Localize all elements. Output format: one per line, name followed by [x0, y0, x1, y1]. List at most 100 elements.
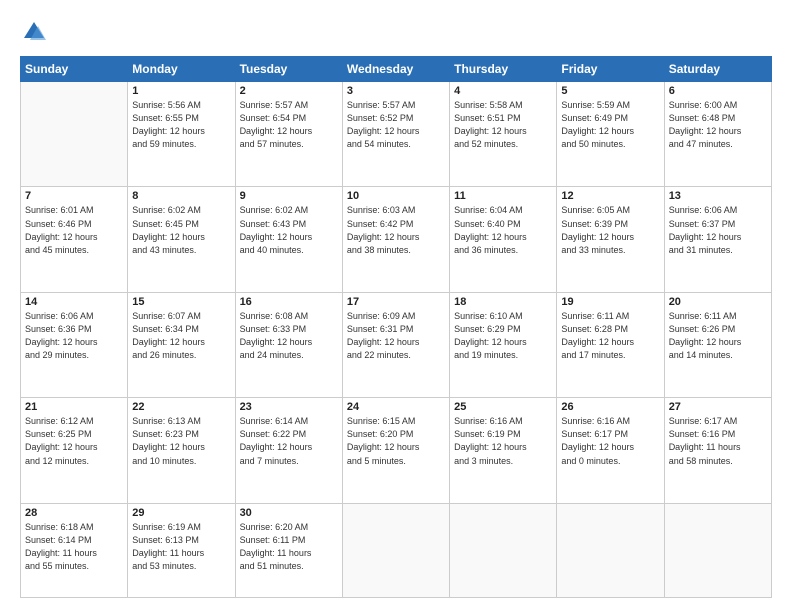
logo-icon — [20, 18, 48, 46]
calendar-day-cell: 14 Sunrise: 6:06 AMSunset: 6:36 PMDayligh… — [21, 292, 128, 397]
calendar-day-cell: 28 Sunrise: 6:18 AMSunset: 6:14 PMDayligh… — [21, 503, 128, 597]
day-number: 2 — [240, 85, 338, 97]
calendar-day-cell: 7 Sunrise: 6:01 AMSunset: 6:46 PMDaylight… — [21, 187, 128, 292]
calendar-day-cell: 27Sunrise: 6:17 AMSunset: 6:16 PMDayligh… — [664, 398, 771, 503]
col-header-sunday: Sunday — [21, 57, 128, 82]
day-info: Sunrise: 6:15 AMSunset: 6:20 PMDaylight:… — [347, 415, 445, 467]
day-number: 15 — [132, 296, 230, 308]
day-info: Sunrise: 6:11 AMSunset: 6:26 PMDaylight:… — [669, 310, 767, 362]
calendar-day-cell: 20 Sunrise: 6:11 AMSunset: 6:26 PMDayligh… — [664, 292, 771, 397]
calendar-day-cell: 2 Sunrise: 5:57 AMSunset: 6:54 PMDaylight… — [235, 82, 342, 187]
day-info: Sunrise: 6:08 AMSunset: 6:33 PMDaylight:… — [240, 310, 338, 362]
day-info: Sunrise: 6:13 AMSunset: 6:23 PMDaylight:… — [132, 415, 230, 467]
calendar-day-cell: 6 Sunrise: 6:00 AMSunset: 6:48 PMDaylight… — [664, 82, 771, 187]
day-number: 17 — [347, 296, 445, 308]
calendar-day-cell: 4Sunrise: 5:58 AMSunset: 6:51 PMDaylight… — [450, 82, 557, 187]
calendar-day-cell: 26 Sunrise: 6:16 AMSunset: 6:17 PMDayligh… — [557, 398, 664, 503]
day-number: 24 — [347, 401, 445, 413]
day-info: Sunrise: 6:10 AMSunset: 6:29 PMDaylight:… — [454, 310, 552, 362]
day-info: Sunrise: 6:05 AMSunset: 6:39 PMDaylight:… — [561, 204, 659, 256]
day-info: Sunrise: 6:03 AMSunset: 6:42 PMDaylight:… — [347, 204, 445, 256]
day-info: Sunrise: 6:20 AMSunset: 6:11 PMDaylight:… — [240, 521, 338, 573]
day-info: Sunrise: 5:57 AMSunset: 6:52 PMDaylight:… — [347, 99, 445, 151]
calendar-day-cell — [664, 503, 771, 597]
col-header-tuesday: Tuesday — [235, 57, 342, 82]
calendar-week-row: 14 Sunrise: 6:06 AMSunset: 6:36 PMDayligh… — [21, 292, 772, 397]
day-number: 28 — [25, 507, 123, 519]
calendar-day-cell: 29 Sunrise: 6:19 AMSunset: 6:13 PMDayligh… — [128, 503, 235, 597]
calendar-day-cell — [342, 503, 449, 597]
calendar-table: SundayMondayTuesdayWednesdayThursdayFrid… — [20, 56, 772, 598]
day-number: 10 — [347, 190, 445, 202]
page: SundayMondayTuesdayWednesdayThursdayFrid… — [0, 0, 792, 612]
calendar-day-cell: 9 Sunrise: 6:02 AMSunset: 6:43 PMDaylight… — [235, 187, 342, 292]
day-info: Sunrise: 6:02 AMSunset: 6:43 PMDaylight:… — [240, 204, 338, 256]
day-number: 21 — [25, 401, 123, 413]
calendar-day-cell: 3 Sunrise: 5:57 AMSunset: 6:52 PMDaylight… — [342, 82, 449, 187]
day-number: 4 — [454, 85, 552, 97]
day-info: Sunrise: 6:18 AMSunset: 6:14 PMDaylight:… — [25, 521, 123, 573]
calendar-day-cell: 18 Sunrise: 6:10 AMSunset: 6:29 PMDayligh… — [450, 292, 557, 397]
day-info: Sunrise: 6:12 AMSunset: 6:25 PMDaylight:… — [25, 415, 123, 467]
calendar-day-cell: 30 Sunrise: 6:20 AMSunset: 6:11 PMDayligh… — [235, 503, 342, 597]
day-number: 1 — [132, 85, 230, 97]
calendar-day-cell: 22 Sunrise: 6:13 AMSunset: 6:23 PMDayligh… — [128, 398, 235, 503]
day-number: 3 — [347, 85, 445, 97]
calendar-day-cell — [557, 503, 664, 597]
day-number: 13 — [669, 190, 767, 202]
day-number: 7 — [25, 190, 123, 202]
calendar-day-cell: 16 Sunrise: 6:08 AMSunset: 6:33 PMDayligh… — [235, 292, 342, 397]
day-number: 18 — [454, 296, 552, 308]
calendar-day-cell — [21, 82, 128, 187]
day-number: 22 — [132, 401, 230, 413]
day-number: 27 — [669, 401, 767, 413]
day-number: 29 — [132, 507, 230, 519]
calendar-week-row: 1Sunrise: 5:56 AMSunset: 6:55 PMDaylight… — [21, 82, 772, 187]
col-header-friday: Friday — [557, 57, 664, 82]
calendar-week-row: 7 Sunrise: 6:01 AMSunset: 6:46 PMDaylight… — [21, 187, 772, 292]
day-info: Sunrise: 6:01 AMSunset: 6:46 PMDaylight:… — [25, 204, 123, 256]
day-info: Sunrise: 6:06 AMSunset: 6:36 PMDaylight:… — [25, 310, 123, 362]
calendar-day-cell: 21 Sunrise: 6:12 AMSunset: 6:25 PMDayligh… — [21, 398, 128, 503]
day-number: 25 — [454, 401, 552, 413]
day-number: 6 — [669, 85, 767, 97]
day-number: 12 — [561, 190, 659, 202]
calendar-day-cell: 17 Sunrise: 6:09 AMSunset: 6:31 PMDayligh… — [342, 292, 449, 397]
day-number: 14 — [25, 296, 123, 308]
calendar-day-cell: 24 Sunrise: 6:15 AMSunset: 6:20 PMDayligh… — [342, 398, 449, 503]
day-info: Sunrise: 6:07 AMSunset: 6:34 PMDaylight:… — [132, 310, 230, 362]
col-header-monday: Monday — [128, 57, 235, 82]
day-number: 8 — [132, 190, 230, 202]
calendar-day-cell: 13Sunrise: 6:06 AMSunset: 6:37 PMDayligh… — [664, 187, 771, 292]
calendar-day-cell: 1Sunrise: 5:56 AMSunset: 6:55 PMDaylight… — [128, 82, 235, 187]
day-number: 16 — [240, 296, 338, 308]
day-info: Sunrise: 6:19 AMSunset: 6:13 PMDaylight:… — [132, 521, 230, 573]
day-number: 26 — [561, 401, 659, 413]
day-info: Sunrise: 6:16 AMSunset: 6:19 PMDaylight:… — [454, 415, 552, 467]
day-info: Sunrise: 6:09 AMSunset: 6:31 PMDaylight:… — [347, 310, 445, 362]
calendar-week-row: 28 Sunrise: 6:18 AMSunset: 6:14 PMDayligh… — [21, 503, 772, 597]
calendar-day-cell: 12 Sunrise: 6:05 AMSunset: 6:39 PMDayligh… — [557, 187, 664, 292]
calendar-day-cell: 23Sunrise: 6:14 AMSunset: 6:22 PMDayligh… — [235, 398, 342, 503]
day-number: 20 — [669, 296, 767, 308]
col-header-saturday: Saturday — [664, 57, 771, 82]
day-info: Sunrise: 5:57 AMSunset: 6:54 PMDaylight:… — [240, 99, 338, 151]
day-info: Sunrise: 6:02 AMSunset: 6:45 PMDaylight:… — [132, 204, 230, 256]
day-info: Sunrise: 6:16 AMSunset: 6:17 PMDaylight:… — [561, 415, 659, 467]
calendar-week-row: 21 Sunrise: 6:12 AMSunset: 6:25 PMDayligh… — [21, 398, 772, 503]
calendar-day-cell: 25 Sunrise: 6:16 AMSunset: 6:19 PMDayligh… — [450, 398, 557, 503]
day-info: Sunrise: 6:00 AMSunset: 6:48 PMDaylight:… — [669, 99, 767, 151]
calendar-day-cell: 15 Sunrise: 6:07 AMSunset: 6:34 PMDayligh… — [128, 292, 235, 397]
calendar-day-cell: 8 Sunrise: 6:02 AMSunset: 6:45 PMDaylight… — [128, 187, 235, 292]
day-number: 9 — [240, 190, 338, 202]
day-number: 19 — [561, 296, 659, 308]
col-header-wednesday: Wednesday — [342, 57, 449, 82]
day-info: Sunrise: 6:14 AMSunset: 6:22 PMDaylight:… — [240, 415, 338, 467]
header — [20, 18, 772, 46]
day-info: Sunrise: 6:11 AMSunset: 6:28 PMDaylight:… — [561, 310, 659, 362]
day-number: 5 — [561, 85, 659, 97]
day-number: 30 — [240, 507, 338, 519]
calendar-day-cell — [450, 503, 557, 597]
day-info: Sunrise: 6:04 AMSunset: 6:40 PMDaylight:… — [454, 204, 552, 256]
calendar-header-row: SundayMondayTuesdayWednesdayThursdayFrid… — [21, 57, 772, 82]
